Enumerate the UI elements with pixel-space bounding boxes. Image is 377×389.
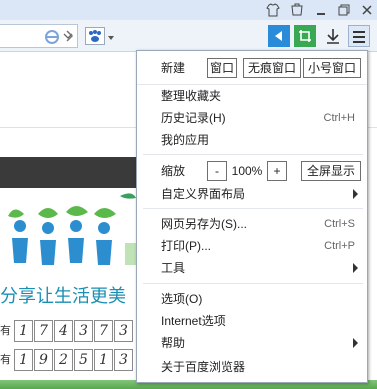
people-logo-icon — [8, 193, 140, 265]
menu-item-save-as[interactable]: 网页另存为(S)... Ctrl+S — [137, 213, 367, 235]
menu-item-help[interactable]: 帮助 — [137, 332, 367, 354]
digit-cell: 7 — [34, 320, 53, 342]
zoom-level: 100% — [229, 161, 265, 181]
ie-icon — [44, 29, 60, 45]
menu-separator — [143, 283, 363, 284]
main-menu: 新建 窗口 无痕窗口 小号窗口 整理收藏夹 历史记录(H) Ctrl+H 我的应… — [136, 50, 368, 383]
digit-cell: 1 — [14, 349, 33, 371]
row-label-2: 有 — [0, 354, 11, 366]
menu-separator — [143, 208, 363, 209]
paw-icon — [89, 30, 101, 42]
toolbar — [0, 20, 377, 52]
digit-row-2: 1 9 2 5 1 3 — [14, 349, 134, 371]
digit-cell: 9 — [34, 349, 53, 371]
digit-cell: 5 — [74, 349, 93, 371]
menu-item-about[interactable]: 关于百度浏览器 — [137, 356, 367, 378]
new-alt-account-button[interactable]: 小号窗口 — [303, 58, 361, 78]
zoom-out-button[interactable]: - — [207, 161, 227, 181]
digit-cell: 3 — [74, 320, 93, 342]
row-label-1: 有 — [0, 325, 11, 337]
search-engine-chevron-icon[interactable] — [107, 31, 115, 40]
menu-item-my-apps[interactable]: 我的应用 — [137, 129, 367, 151]
digit-row-1: 1 7 4 3 7 3 — [14, 320, 134, 342]
menu-icon[interactable] — [348, 25, 370, 47]
menu-separator — [143, 154, 363, 155]
submenu-arrow-icon — [353, 263, 358, 273]
shirt-icon[interactable] — [265, 2, 281, 18]
digit-cell: 4 — [54, 320, 73, 342]
menu-item-tools[interactable]: 工具 — [137, 257, 367, 279]
screenshot-icon[interactable] — [294, 25, 316, 47]
new-window-button[interactable]: 窗口 — [207, 58, 237, 78]
fullscreen-button[interactable]: 全屏显示 — [301, 161, 361, 181]
zoom-in-button[interactable]: + — [267, 161, 287, 181]
dark-band — [0, 157, 140, 188]
forward-icon[interactable] — [60, 26, 78, 46]
share-icon[interactable] — [268, 25, 290, 47]
digit-cell: 1 — [94, 349, 113, 371]
menu-item-history[interactable]: 历史记录(H) Ctrl+H — [137, 107, 367, 129]
new-incognito-button[interactable]: 无痕窗口 — [243, 58, 301, 78]
menu-item-bookmarks[interactable]: 整理收藏夹 — [137, 85, 367, 107]
skin-icon[interactable] — [289, 2, 305, 18]
digit-cell: 3 — [114, 320, 133, 342]
menu-item-options[interactable]: 选项(O) — [137, 288, 367, 310]
menu-item-custom-layout[interactable]: 自定义界面布局 — [137, 183, 367, 205]
digit-cell: 2 — [54, 349, 73, 371]
menu-item-print[interactable]: 打印(P)... Ctrl+P — [137, 235, 367, 257]
title-bar — [0, 0, 377, 20]
download-icon[interactable] — [322, 25, 344, 47]
minimize-icon[interactable] — [313, 2, 329, 18]
submenu-arrow-icon — [353, 338, 358, 348]
menu-item-internet-options[interactable]: Internet选项 — [137, 310, 367, 332]
menu-new-row: 新建 窗口 无痕窗口 小号窗口 — [137, 51, 367, 85]
slogan: 分享让生活更美 — [0, 286, 126, 307]
close-icon[interactable] — [359, 2, 375, 18]
restore-icon[interactable] — [336, 2, 352, 18]
submenu-arrow-icon — [353, 189, 358, 199]
new-label: 新建 — [161, 61, 186, 75]
digit-cell: 1 — [14, 320, 33, 342]
digit-cell: 7 — [94, 320, 113, 342]
digit-cell: 3 — [114, 349, 133, 371]
search-engine-selector[interactable] — [85, 27, 105, 45]
